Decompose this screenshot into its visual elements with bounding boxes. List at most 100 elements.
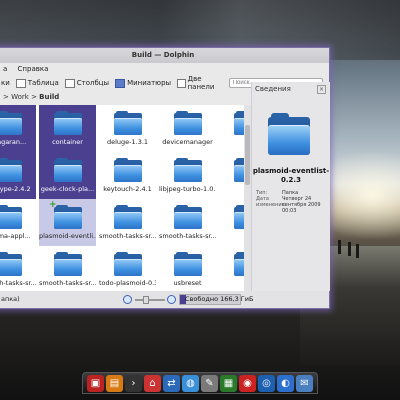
- folder-preview-icon: [268, 113, 310, 155]
- file-item-label: container: [52, 138, 83, 146]
- calculator-icon[interactable]: ▦: [220, 374, 237, 392]
- system-icon[interactable]: ◐: [277, 374, 294, 392]
- folder-icon: [0, 205, 22, 229]
- preview-icon: [115, 78, 126, 88]
- file-item-label: libjpeg-turbo-1.0.1: [159, 185, 216, 193]
- zoom-out-icon[interactable]: [123, 295, 132, 304]
- file-item-label: deluge-1.3.1: [106, 138, 149, 146]
- folder-icon: [114, 252, 142, 276]
- file-item[interactable]: smooth-tasks-sr...: [99, 199, 156, 246]
- meta-key: Дата изменения:: [256, 196, 287, 208]
- folder-icon: [174, 111, 202, 135]
- columns-view-button[interactable]: Столбцы: [64, 78, 110, 88]
- file-item-label: usbreset: [173, 279, 202, 287]
- desktop-pier-post: [356, 244, 359, 258]
- dock: ▣ ▤ › ⌂ ⇄ ◍ ✎ ▦ ◉ ◎ ◐ ✉: [82, 372, 318, 394]
- file-item[interactable]: smooth-tasks-sr...: [39, 246, 96, 291]
- folder-icon: [54, 252, 82, 276]
- file-item-label: smooth-tasks-sr...: [0, 279, 36, 287]
- split-view-label: Две панели: [187, 75, 215, 91]
- file-item[interactable]: usbreset: [159, 246, 216, 291]
- globe-icon[interactable]: ◎: [258, 374, 275, 392]
- breadcrumb-separator: >: [31, 93, 37, 101]
- file-item[interactable]: + plasmoid-eventli...: [39, 199, 96, 246]
- menu-item-help[interactable]: Справка: [18, 65, 49, 73]
- settings-icon[interactable]: ✉: [296, 374, 313, 392]
- info-panel-title: plasmoid-eventlist-0.2.3: [252, 167, 330, 184]
- file-item-label: plasmoid-eventli...: [39, 232, 96, 240]
- file-item[interactable]: todo-plasmoid-0.3: [99, 246, 156, 291]
- details-view-button[interactable]: Таблица: [15, 78, 59, 88]
- split-view-button[interactable]: Две панели: [177, 75, 223, 91]
- file-item[interactable]: keytouch-2.4.1: [99, 152, 156, 199]
- menubar: а Справка: [0, 63, 329, 75]
- columns-view-label: Столбцы: [76, 79, 110, 87]
- file-item-label: todo-plasmoid-0.3: [99, 279, 156, 287]
- statusbar: апка) Свободно 166,3 ГиБ: [0, 291, 329, 308]
- folder-icon: [54, 158, 82, 182]
- web-browser-icon[interactable]: ◍: [182, 374, 199, 392]
- file-item[interactable]: freetype-2.4.2: [0, 152, 36, 199]
- folder-icon: [54, 205, 82, 229]
- file-item-label: geek-clock-pla...: [40, 185, 95, 193]
- zoom-slider[interactable]: [135, 299, 165, 301]
- window-title[interactable]: Build — Dolphin: [0, 48, 329, 63]
- folder-icon: [114, 158, 142, 182]
- home-icon[interactable]: ⌂: [144, 374, 161, 392]
- zoom-slider-handle[interactable]: [143, 296, 149, 304]
- folder-icon: [114, 111, 142, 135]
- folder-icon: [0, 158, 22, 182]
- folder-icon: [174, 158, 202, 182]
- dolphin-window: Build — Dolphin а Справка ки Таблица Сто…: [0, 47, 330, 309]
- file-item-label: smooth-tasks-sr...: [159, 232, 216, 240]
- file-item-label: bangaran...: [0, 138, 27, 146]
- file-grid: bangaran... container deluge-1.3.1 devicema…: [0, 105, 251, 291]
- free-space-text: Свободно 166,3 ГиБ: [185, 295, 254, 303]
- desktop-pier-post: [348, 242, 351, 256]
- file-item[interactable]: smooth-tasks-sr...: [159, 199, 216, 246]
- vertical-scrollbar[interactable]: [244, 105, 251, 291]
- folder-icon: [0, 252, 22, 276]
- breadcrumb-current[interactable]: Build: [39, 93, 59, 101]
- file-item-label: devicemanager: [162, 138, 213, 146]
- info-panel-meta: Тип: Папка Дата изменения: Четверг 24 се…: [256, 190, 330, 214]
- breadcrumb-item[interactable]: > Work: [3, 93, 29, 101]
- file-item[interactable]: devicemanager: [159, 105, 216, 152]
- meta-value: Четверг 24 сентября 2009 00:03: [282, 196, 321, 214]
- file-item[interactable]: geek-clock-pla...: [39, 152, 96, 199]
- icons-view-label: ки: [1, 79, 10, 87]
- split-view-icon: [177, 78, 186, 88]
- network-icon[interactable]: ⇄: [163, 374, 180, 392]
- file-item[interactable]: bangaran...: [0, 105, 36, 152]
- file-item[interactable]: libjpeg-turbo-1.0.1: [159, 152, 216, 199]
- zoom-in-icon[interactable]: [167, 295, 176, 304]
- status-text: апка): [1, 295, 20, 303]
- file-view[interactable]: bangaran... container deluge-1.3.1 devicema…: [0, 105, 251, 291]
- details-view-label: Таблица: [27, 79, 59, 87]
- menu-item[interactable]: а: [3, 65, 7, 73]
- file-item-label: freetype-2.4.2: [0, 185, 31, 193]
- file-item[interactable]: plasma-appl...: [0, 199, 36, 246]
- preview-label: Миниатюры: [127, 79, 172, 87]
- text-editor-icon[interactable]: ✎: [201, 374, 218, 392]
- desktop-pier-post: [338, 240, 341, 254]
- mail-icon[interactable]: ◉: [239, 374, 256, 392]
- file-item[interactable]: container: [39, 105, 96, 152]
- icons-view-button[interactable]: ки: [1, 79, 10, 87]
- columns-view-icon: [64, 78, 75, 88]
- file-item[interactable]: smooth-tasks-sr...: [0, 246, 36, 291]
- details-view-icon: [15, 78, 26, 88]
- file-item-label: smooth-tasks-sr...: [99, 232, 156, 240]
- scrollbar-thumb[interactable]: [245, 125, 250, 185]
- folder-icon: [174, 252, 202, 276]
- terminal-icon[interactable]: ›: [125, 374, 142, 392]
- info-panel: Сведения × plasmoid-eventlist-0.2.3 Тип:…: [251, 82, 330, 291]
- file-item-label: plasma-appl...: [0, 232, 31, 240]
- file-item[interactable]: deluge-1.3.1: [99, 105, 156, 152]
- add-selection-icon[interactable]: +: [49, 201, 57, 210]
- folder-icon[interactable]: ▤: [106, 374, 123, 392]
- file-item-label: keytouch-2.4.1: [103, 185, 152, 193]
- close-icon[interactable]: ×: [317, 85, 326, 94]
- app-menu-icon[interactable]: ▣: [87, 374, 104, 392]
- preview-button[interactable]: Миниатюры: [115, 78, 172, 88]
